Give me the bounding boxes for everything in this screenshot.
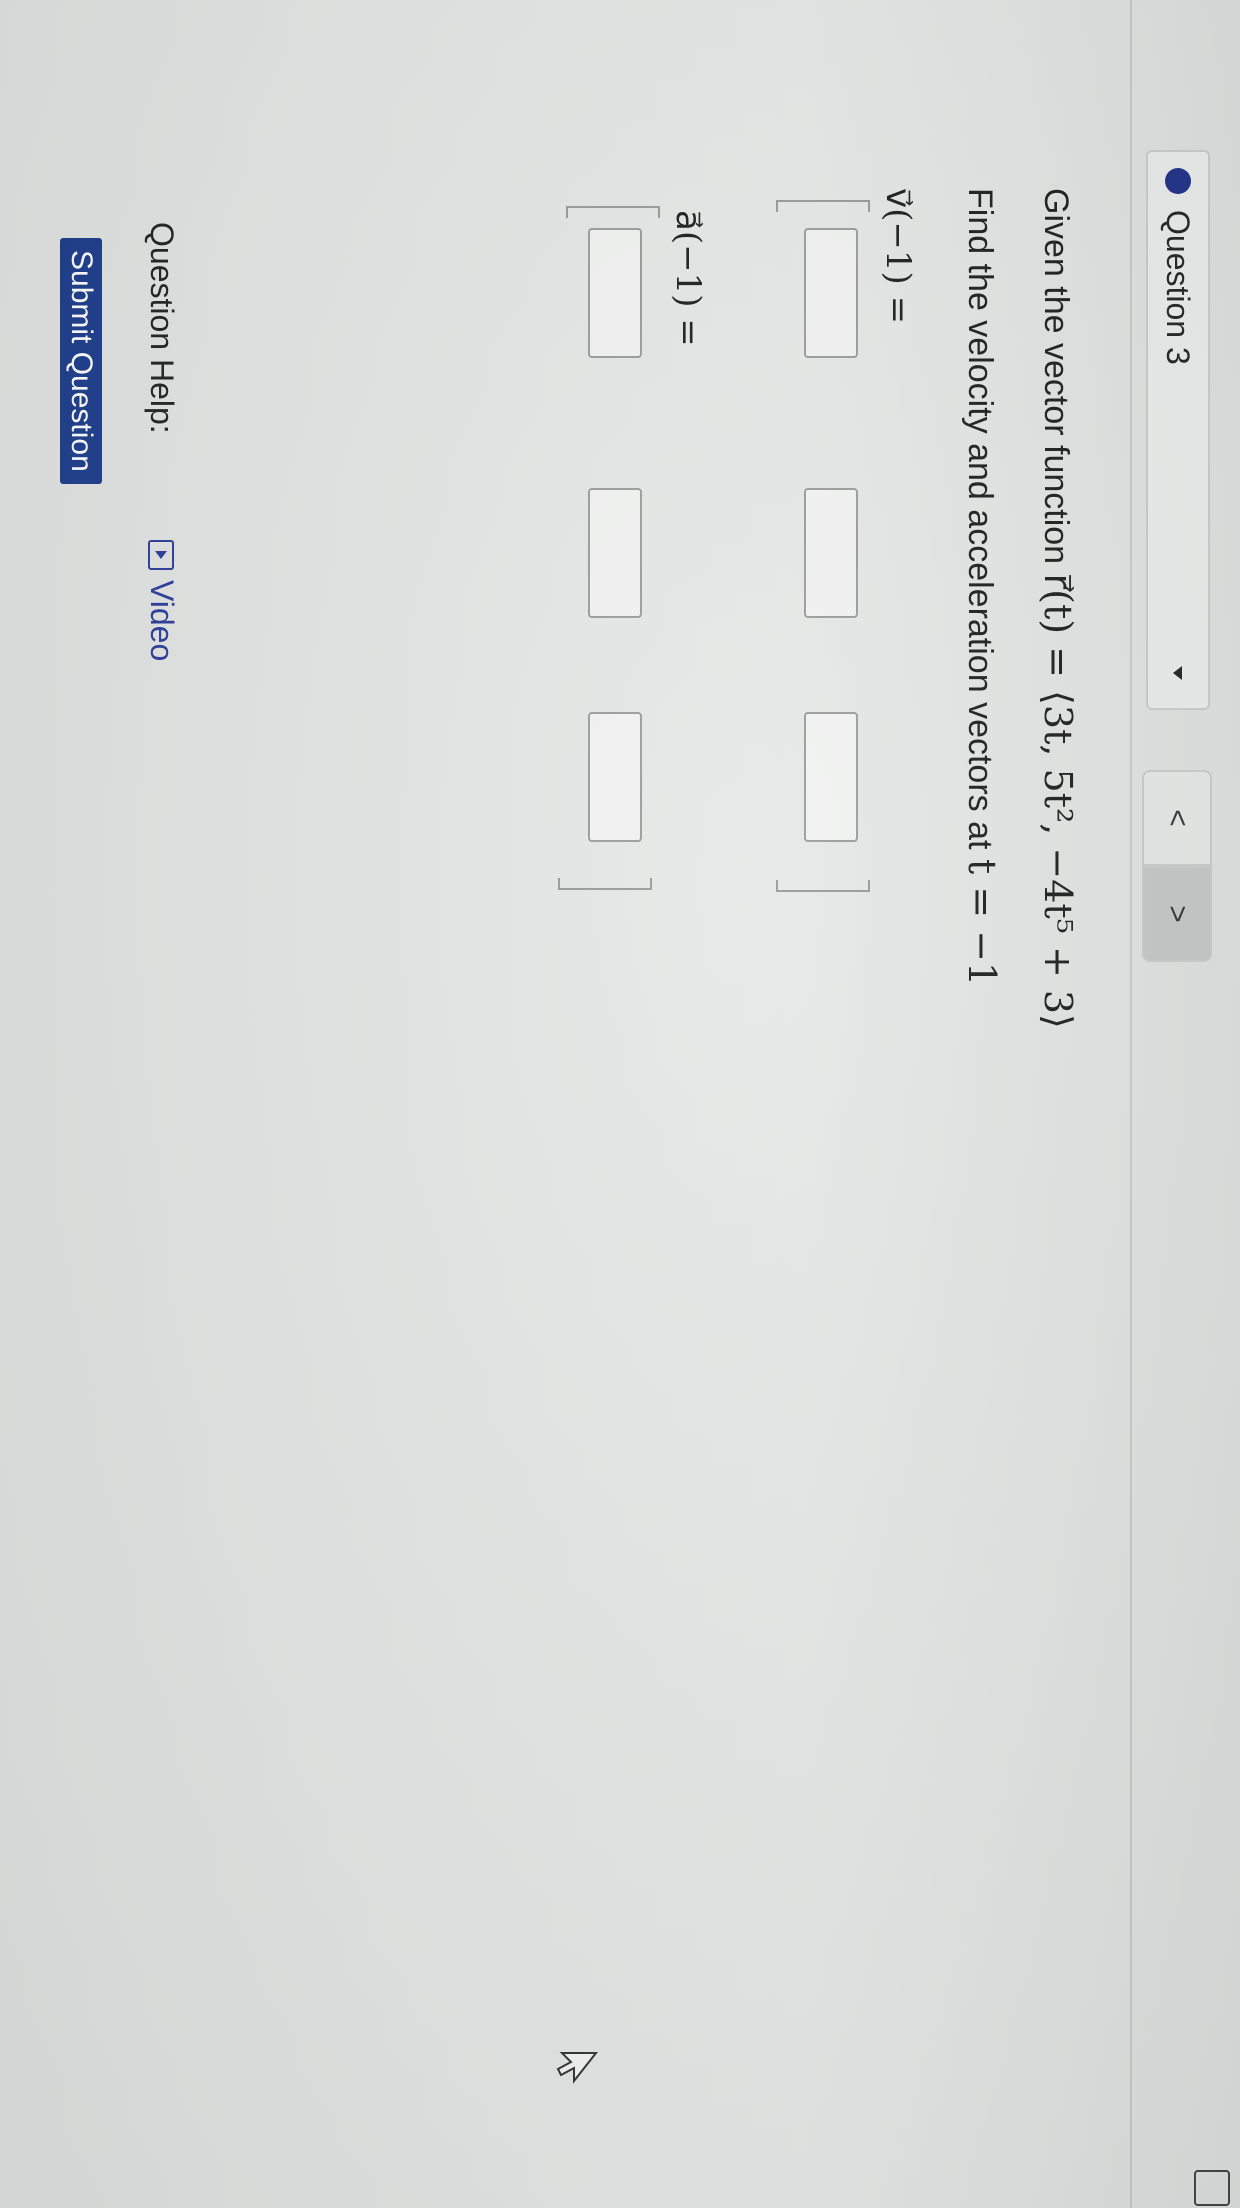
instruction-text: Find the velocity and acceleration vecto… bbox=[961, 188, 999, 859]
problem-intro: Given the vector function bbox=[1037, 188, 1075, 574]
chevron-down-icon bbox=[1173, 666, 1182, 680]
velocity-right-bracket bbox=[776, 880, 870, 892]
instruction-math: t = −1 bbox=[960, 858, 1004, 987]
acceleration-right-bracket bbox=[558, 878, 652, 890]
velocity-left-bracket bbox=[776, 200, 870, 212]
velocity-x-input[interactable] bbox=[804, 228, 858, 358]
acceleration-label: a⃗(−1) = bbox=[668, 210, 708, 347]
video-icon bbox=[148, 540, 175, 570]
next-question-button[interactable]: > bbox=[1142, 866, 1212, 962]
checkbox-icon[interactable] bbox=[1194, 2170, 1230, 2206]
acceleration-x-input[interactable] bbox=[588, 228, 642, 358]
velocity-label: v⃗(−1) = bbox=[878, 188, 918, 325]
vector-function: r⃗(t) = ⟨3t, 5t², −4t⁵ + 3⟩ bbox=[1036, 573, 1080, 1029]
question-label: Question 3 bbox=[1160, 210, 1197, 365]
mouse-cursor-icon bbox=[556, 2052, 599, 2084]
rotated-screen: Question 3 < > Given the vector function… bbox=[0, 0, 1240, 2208]
previous-question-button[interactable]: < bbox=[1142, 770, 1212, 866]
velocity-y-input[interactable] bbox=[804, 488, 858, 618]
question-selector[interactable]: Question 3 bbox=[1146, 150, 1210, 710]
acceleration-y-input[interactable] bbox=[588, 488, 642, 618]
question-help-label: Question Help: bbox=[144, 222, 180, 434]
video-link-label: Video bbox=[144, 580, 180, 662]
problem-instruction: Find the velocity and acceleration vecto… bbox=[960, 188, 1004, 986]
acceleration-z-input[interactable] bbox=[588, 712, 642, 842]
acceleration-left-bracket bbox=[566, 206, 660, 218]
video-help-link[interactable]: Video bbox=[143, 540, 180, 661]
problem-statement: Given the vector function r⃗(t) = ⟨3t, 5… bbox=[1036, 188, 1080, 1029]
velocity-z-input[interactable] bbox=[804, 712, 858, 842]
header-divider bbox=[1130, 0, 1132, 2208]
submit-question-button[interactable]: Submit Question bbox=[60, 238, 102, 484]
question-status-dot bbox=[1165, 168, 1191, 194]
